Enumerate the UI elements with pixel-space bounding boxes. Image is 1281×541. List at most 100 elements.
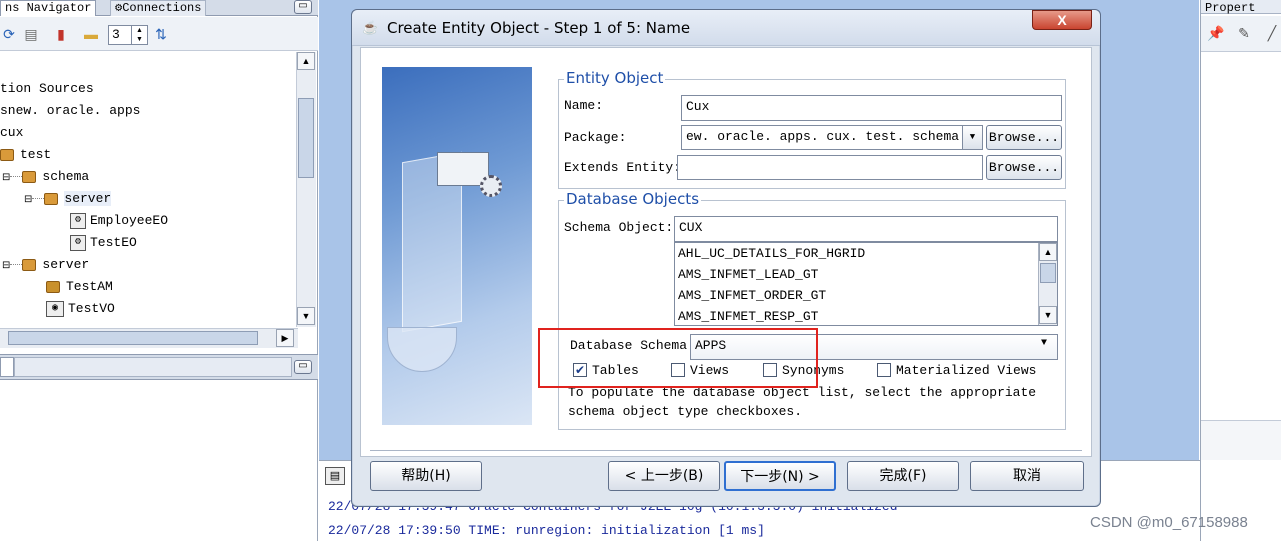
spinner-arrows[interactable]: ▲ ▼ [131,26,147,44]
next-button[interactable]: 下一步(N) > [724,461,836,491]
log-line: 22/07/28 17:39:50 TIME: runregion: initi… [328,523,765,538]
structure-panel-header: ▭ [0,354,318,380]
spinner-value: 3 [112,27,120,42]
tree-item[interactable]: snew. oracle. apps [0,100,296,122]
package-browse-button[interactable]: Browse... [986,125,1062,150]
tree-item-label: TestVO [68,301,115,316]
scroll-right-button[interactable]: ▶ [276,329,294,347]
scroll-up-button[interactable]: ▲ [297,52,315,70]
schema-object-label: Schema Object: [564,220,674,235]
list-item[interactable]: AMS_INFMET_RESP_GT [675,306,1057,325]
package-icon [0,148,14,161]
tree-item[interactable]: ⊟ schema [0,166,296,188]
dialog-title: Create Entity Object - Step 1 of 5: Name [387,19,691,37]
finish-button[interactable]: 完成(F) [847,461,959,491]
log-icon[interactable]: ▤ [325,467,345,485]
cancel-button[interactable]: 取消 [970,461,1084,491]
list-scroll-down[interactable]: ▼ [1039,306,1057,324]
view-object-icon: ◉ [46,300,64,317]
navigator-toolbar: ⟳ ▤ ▮ ▬ 3 ▲ ▼ ⇅ [0,17,318,51]
tree-item[interactable]: test [0,144,296,166]
package-combo[interactable]: ew. oracle. apps. cux. test. schema. ser… [681,125,983,150]
dialog-titlebar[interactable]: ☕ Create Entity Object - Step 1 of 5: Na… [352,10,1100,46]
tree-item-label: test [20,147,52,162]
pin-icon[interactable]: 📌 [1207,24,1225,42]
tree-item[interactable]: tion Sources [0,78,296,100]
property-panel: Propert 📌 ✎ ╱ [1200,0,1281,541]
extends-browse-button[interactable]: Browse... [986,155,1062,180]
schema-hint-text: To populate the database object list, se… [568,385,1037,419]
scroll-thumb[interactable] [298,98,314,178]
edit-icon[interactable]: ✎ [1235,24,1253,42]
close-button[interactable]: X [1032,10,1092,30]
tree-item-label: TestEO [90,235,137,250]
bar-chart-icon[interactable]: ▮ [52,25,70,43]
structure-minimize-button[interactable]: ▭ [294,360,312,374]
schema-object-input[interactable]: CUX [674,216,1058,242]
property-tab-label: Propert [1205,1,1256,15]
level-spinner[interactable]: 3 ▲ ▼ [108,25,148,45]
cup-shape [387,327,457,372]
hscroll-thumb[interactable] [8,331,258,345]
tree-item-label: EmployeeEO [90,213,169,228]
package-icon [44,192,59,205]
wizard-illustration [382,67,532,425]
list-scroll-up[interactable]: ▲ [1039,243,1057,261]
coffee-cup-icon: ☕ [362,20,379,35]
list-scrollbar[interactable]: ▲ ▼ [1038,243,1057,325]
property-tab[interactable]: Propert [1201,0,1281,14]
materialized-views-label: Materialized Views [896,363,1037,378]
package-icon [22,170,37,183]
list-scroll-thumb[interactable] [1040,263,1056,283]
minimize-button[interactable]: ▭ [294,0,312,14]
tab-connections-label: Connections [122,1,202,15]
tree-vertical-scrollbar[interactable]: ▲ ▼ [296,52,316,327]
back-button[interactable]: < 上一步(B) [608,461,720,491]
highlight-box [538,328,818,388]
extends-entity-label: Extends Entity: [564,160,682,175]
refresh-icon[interactable]: ⟳ [0,25,18,43]
database-object-list[interactable]: AHL_UC_DETAILS_FOR_HGRID AMS_INFMET_LEAD… [674,242,1058,326]
help-button[interactable]: 帮助(H) [370,461,482,491]
tree-item-label: tion Sources [0,81,94,96]
entity-object-icon: ⚙ [70,212,86,229]
create-entity-dialog: ☕ Create Entity Object - Step 1 of 5: Na… [351,9,1101,507]
tool-icon[interactable]: ╱ [1263,24,1281,42]
tree-item[interactable]: ⚙ TestEO [0,232,296,254]
tree-item[interactable]: TestAM [0,276,296,298]
tab-connections[interactable]: ⚙Connections [110,0,207,16]
list-item[interactable]: AHL_UC_DETAILS_FOR_HGRID [675,243,1057,264]
tree-item[interactable]: ◉ TestVO [0,298,296,320]
name-input[interactable]: Cux [681,95,1062,121]
scroll-down-button[interactable]: ▼ [297,307,315,325]
gear-icon [480,175,502,197]
properties-icon[interactable]: ▤ [22,25,40,43]
chevron-down-icon: ▼ [1041,338,1048,349]
tab-navigator[interactable]: ns Navigator [0,0,97,16]
tree-item-label: server [42,257,90,272]
tree-item[interactable]: cux [0,122,296,144]
tree-horizontal-scrollbar[interactable]: ▶ [0,328,298,348]
tree-item[interactable]: ⚙ EmployeeEO [0,210,296,232]
extends-entity-input[interactable] [677,155,983,180]
database-objects-legend: Database Objects [564,190,702,208]
folder-icon[interactable]: ▬ [82,25,100,43]
list-item[interactable]: AMS_INFMET_ORDER_GT [675,285,1057,306]
dialog-body: Entity Object Name: Cux Package: ew. ora… [360,47,1092,457]
footer-divider [370,450,1082,451]
package-icon [22,258,37,271]
tree-item-label: TestAM [66,279,113,294]
tree-item[interactable]: ⊟ server [0,254,296,276]
sort-icon[interactable]: ⇅ [152,25,170,43]
tree-item[interactable]: ⊟ server [0,188,296,210]
list-item[interactable]: AMS_INFMET_LEAD_GT [675,264,1057,285]
chevron-down-icon[interactable]: ▼ [962,126,982,149]
materialized-views-checkbox[interactable] [877,363,891,377]
collapse-icon[interactable]: ⊟ [2,260,10,271]
project-tree: tion Sources snew. oracle. apps cux test… [0,78,296,320]
structure-tab[interactable] [0,357,14,377]
collapse-icon[interactable]: ⊟ [2,172,10,183]
property-toolbar: 📌 ✎ ╱ [1201,16,1281,52]
collapse-icon[interactable]: ⊟ [24,194,32,205]
tree-item-label: cux [0,125,24,140]
